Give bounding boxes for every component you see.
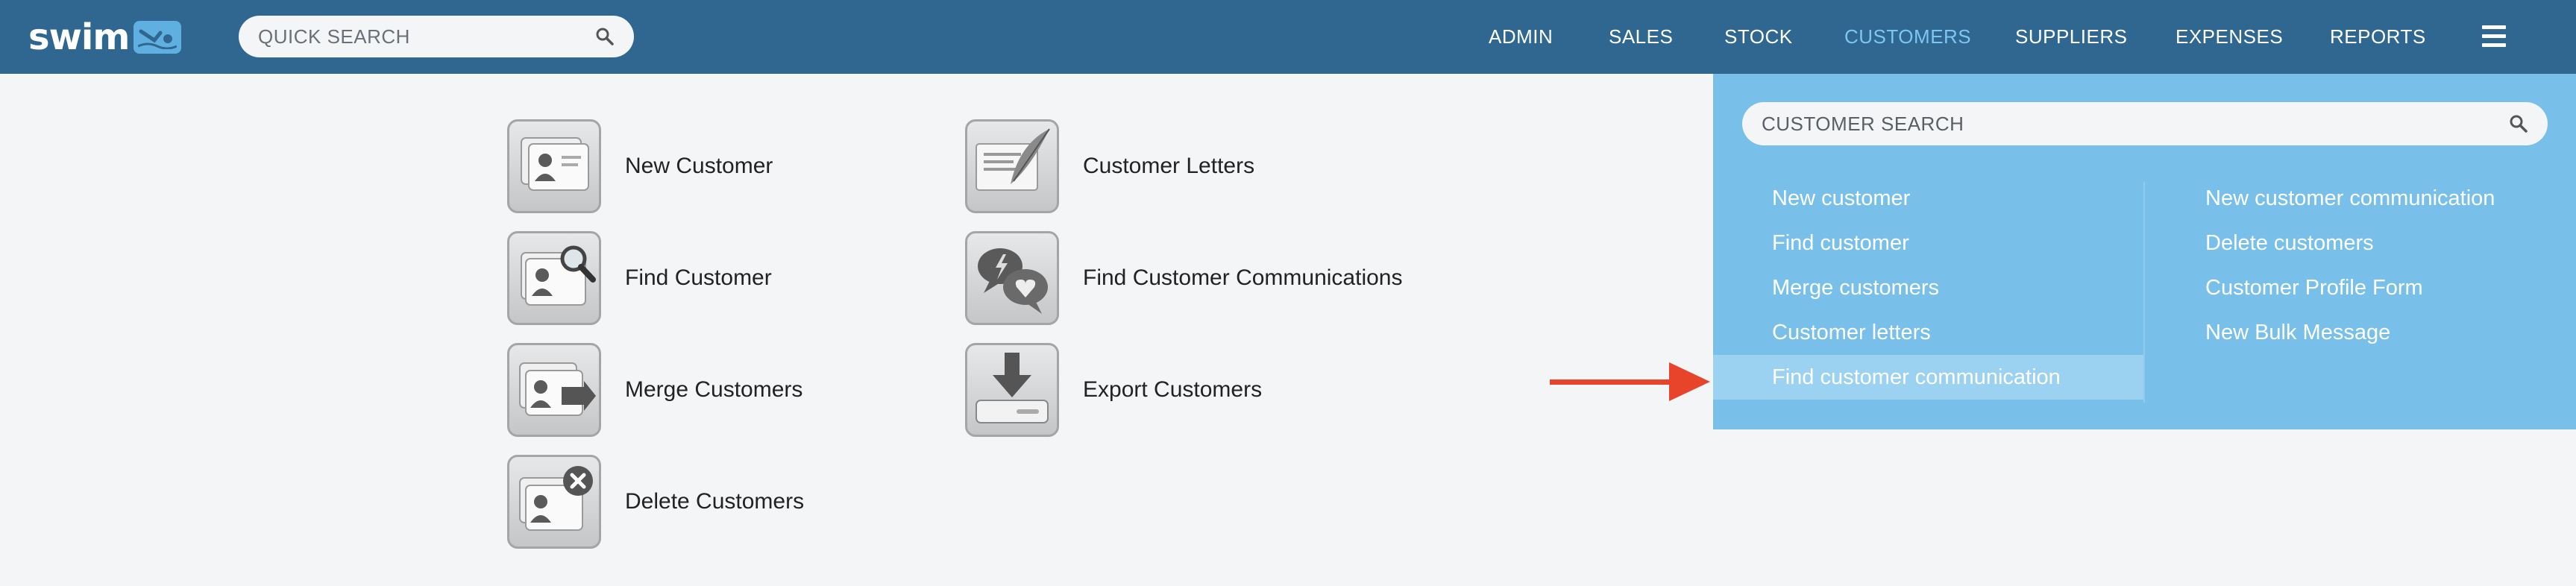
customers-dropdown-menu: CUSTOMER SEARCH New customer Find custom… (1713, 74, 2576, 429)
tile-customer-letters[interactable]: Customer Letters (965, 119, 1254, 213)
swim-logo[interactable]: swim (28, 15, 182, 60)
merge-customers-icon (507, 343, 601, 437)
logo-text: swim (28, 16, 130, 58)
hamburger-menu-icon[interactable] (2482, 25, 2506, 47)
tile-find-customer-communications[interactable]: Find Customer Communications (965, 231, 1402, 325)
dropdown-link-find-customer-communication[interactable]: Find customer communication (1713, 355, 2143, 400)
quick-search-input[interactable]: QUICK SEARCH (239, 16, 634, 57)
nav-customers[interactable]: CUSTOMERS (1844, 0, 1971, 74)
tile-label: Export Customers (1083, 377, 1263, 402)
delete-customers-x-icon (507, 455, 601, 549)
tile-merge-customers[interactable]: Merge Customers (507, 343, 802, 437)
red-arrow-annotation-icon (1550, 362, 1710, 401)
tile-export-customers[interactable]: Export Customers (965, 343, 1262, 437)
tile-label: Delete Customers (625, 489, 805, 514)
dropdown-column-divider (2143, 182, 2145, 403)
top-navigation-bar: swim QUICK SEARCH ADMIN SALES STOCK CUST… (0, 0, 2576, 74)
search-icon[interactable] (595, 27, 615, 46)
customer-search-input[interactable]: CUSTOMER SEARCH (1742, 102, 2548, 145)
tile-label: Find Customer Communications (1083, 265, 1403, 290)
dropdown-link-find-customer[interactable]: Find customer (1772, 221, 1909, 265)
nav-sales[interactable]: SALES (1609, 0, 1673, 74)
speech-bubbles-icon (965, 231, 1059, 325)
dropdown-link-new-customer-communication[interactable]: New customer communication (2205, 176, 2495, 221)
download-tray-icon (965, 343, 1059, 437)
swimmer-logo-icon (133, 21, 182, 54)
nav-reports[interactable]: REPORTS (2330, 0, 2426, 74)
dropdown-link-merge-customers[interactable]: Merge customers (1772, 265, 1939, 310)
tile-label: New Customer (625, 154, 773, 178)
letter-quill-icon (965, 119, 1059, 213)
tile-label: Find Customer (625, 265, 772, 290)
dropdown-link-customer-profile-form[interactable]: Customer Profile Form (2205, 265, 2423, 310)
find-customer-magnifier-icon (507, 231, 601, 325)
customer-search-placeholder: CUSTOMER SEARCH (1762, 112, 1964, 135)
dropdown-link-delete-customers[interactable]: Delete customers (2205, 221, 2374, 265)
nav-admin[interactable]: ADMIN (1489, 0, 1553, 74)
nav-suppliers[interactable]: SUPPLIERS (2015, 0, 2127, 74)
new-customer-card-icon (507, 119, 601, 213)
tile-new-customer[interactable]: New Customer (507, 119, 773, 213)
dropdown-link-customer-letters[interactable]: Customer letters (1772, 310, 1931, 355)
dropdown-link-new-customer[interactable]: New customer (1772, 176, 1910, 221)
tile-label: Customer Letters (1083, 154, 1255, 178)
tile-find-customer[interactable]: Find Customer (507, 231, 772, 325)
dropdown-link-new-bulk-message[interactable]: New Bulk Message (2205, 310, 2390, 355)
search-icon[interactable] (2509, 114, 2528, 133)
tile-label: Merge Customers (625, 377, 803, 402)
quick-search-placeholder: QUICK SEARCH (258, 25, 410, 48)
tile-delete-customers[interactable]: Delete Customers (507, 455, 804, 549)
nav-stock[interactable]: STOCK (1724, 0, 1793, 74)
nav-expenses[interactable]: EXPENSES (2176, 0, 2283, 74)
